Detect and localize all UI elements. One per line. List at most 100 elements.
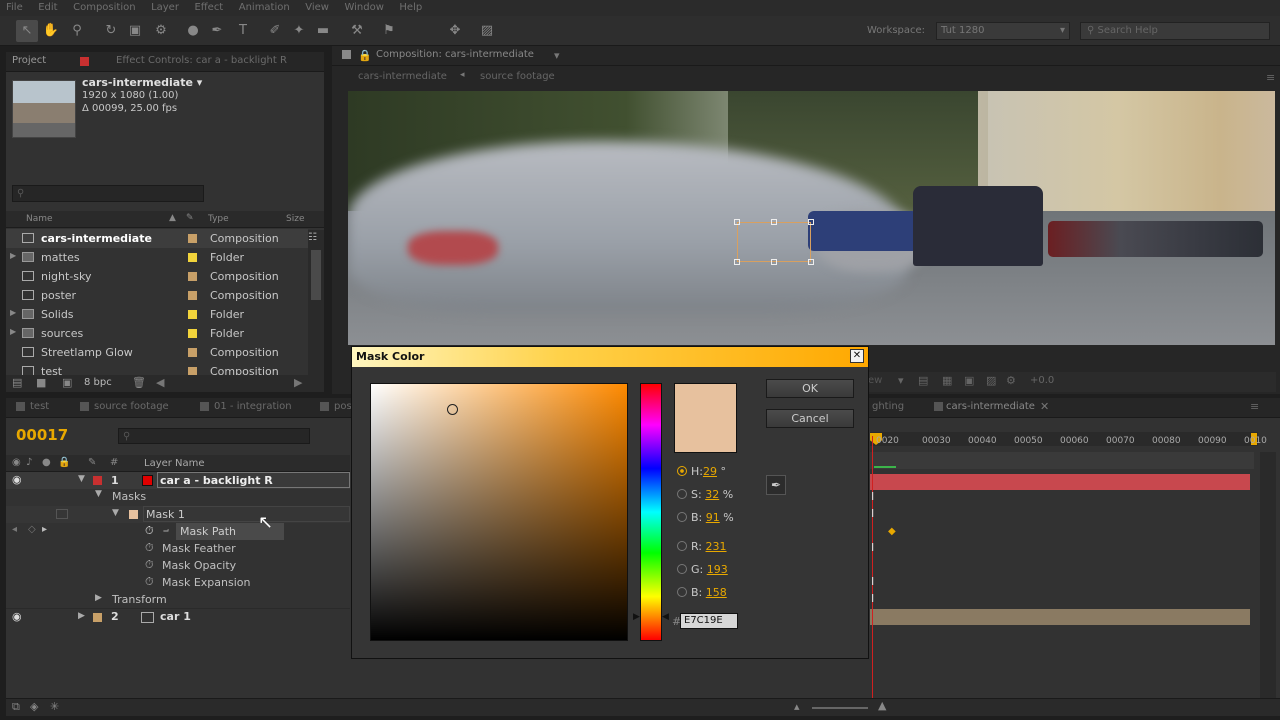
graph-icon[interactable]: ⨼ <box>163 524 169 535</box>
project-scrollbar[interactable] <box>308 230 324 375</box>
chevron-down-icon[interactable]: ▾ <box>554 49 560 62</box>
mask-path-row[interactable]: ◂ ◇ ▸ ⏱ ⨼ Mask Path <box>6 523 350 540</box>
snapshot-icon[interactable]: ▣ <box>964 374 974 387</box>
blue-value[interactable]: 158 <box>706 586 727 599</box>
stopwatch-icon[interactable]: ⏱ <box>145 541 154 555</box>
zoom-in-icon[interactable]: ▲ <box>878 699 886 712</box>
twirl-down-icon[interactable]: ▼ <box>112 508 119 518</box>
flowchart-icon[interactable]: ☷ <box>308 232 317 243</box>
project-item[interactable]: ▶ sources Folder <box>6 324 308 343</box>
menu-layer[interactable]: Layer <box>145 0 185 13</box>
project-item-label[interactable] <box>188 253 197 262</box>
mask-color-swatch[interactable] <box>129 510 138 519</box>
video-eye-icon[interactable]: ◉ <box>12 457 21 468</box>
hex-input[interactable]: E7C19E <box>680 613 738 629</box>
mask-1-row[interactable]: ▼ Mask 1 <box>6 506 350 523</box>
scroll-right-icon[interactable]: ▶ <box>294 376 302 389</box>
keyframe-icon[interactable]: ◆ <box>888 526 896 537</box>
mask-vertex[interactable] <box>808 259 814 265</box>
menu-edit[interactable]: Edit <box>32 0 63 13</box>
saturation-brightness-field[interactable] <box>370 383 628 641</box>
color-picker-marker[interactable] <box>447 404 458 415</box>
tab-lighting[interactable]: ghting <box>872 401 904 412</box>
layer-label-tan[interactable] <box>93 613 102 622</box>
mask-vertex[interactable] <box>734 219 740 225</box>
mask-name[interactable]: Mask 1 <box>143 506 350 522</box>
label-icon[interactable]: ✎ <box>88 457 96 468</box>
snap-icon[interactable]: ▨ <box>476 20 498 42</box>
next-keyframe-icon[interactable]: ▸ <box>42 524 47 535</box>
eyedropper-icon[interactable]: ✒ <box>766 475 786 495</box>
twirl-down-icon[interactable]: ▼ <box>95 489 102 499</box>
project-item[interactable]: ▶ Solids Folder <box>6 305 308 324</box>
hue-slider-left-arrow-icon[interactable]: ▶ <box>633 612 640 622</box>
red-field[interactable]: R: 231 <box>677 540 727 553</box>
saturation-radio[interactable] <box>677 489 687 499</box>
mask-path-outline[interactable] <box>737 222 811 262</box>
region-icon[interactable]: ▤ <box>918 374 928 387</box>
layer-name[interactable]: car 1 <box>160 610 191 623</box>
panel-menu-icon[interactable]: ≡ <box>1250 400 1259 413</box>
tab-effect-controls[interactable]: Effect Controls: car a - backlight R <box>116 55 316 66</box>
audio-icon[interactable]: ♪ <box>26 457 32 468</box>
menu-help[interactable]: Help <box>393 0 428 13</box>
twirl-right-icon[interactable]: ▶ <box>95 593 102 603</box>
menu-file[interactable]: File <box>0 0 29 13</box>
cancel-button[interactable]: Cancel <box>766 409 854 428</box>
pan-behind-tool-icon[interactable]: ⚙ <box>150 20 172 42</box>
menu-animation[interactable]: Animation <box>233 0 296 13</box>
layer-row-1[interactable]: ◉ ▼ 1 car a - backlight R <box>6 472 350 489</box>
layer-row-2[interactable]: ◉ ▶ 2 car 1 <box>6 608 350 625</box>
transform-group-label[interactable]: Transform <box>112 593 167 606</box>
new-comp-icon[interactable]: ▣ <box>62 376 72 389</box>
menu-window[interactable]: Window <box>338 0 389 13</box>
composition-viewer-image[interactable] <box>348 91 1275 345</box>
project-item[interactable]: poster Composition <box>6 286 308 305</box>
project-item[interactable]: Streetlamp Glow Composition <box>6 343 308 362</box>
ok-button[interactable]: OK <box>766 379 854 398</box>
column-type[interactable]: Type <box>208 214 229 224</box>
brightness-radio[interactable] <box>677 512 687 522</box>
masks-group-label[interactable]: Masks <box>112 490 146 503</box>
graph-editor-icon[interactable]: ✳ <box>50 700 59 713</box>
stopwatch-icon[interactable]: ⏱ <box>145 558 154 572</box>
brightness-field[interactable]: B: 91 % <box>677 511 734 524</box>
show-snapshot-icon[interactable]: ▨ <box>986 374 996 387</box>
tab-pos[interactable]: pos <box>334 401 352 412</box>
current-time-indicator[interactable] <box>872 436 873 698</box>
scrollbar-thumb[interactable] <box>311 250 321 300</box>
tab-integration[interactable]: 01 - integration <box>214 401 292 412</box>
zoom-tool-icon[interactable]: ⚲ <box>66 20 88 42</box>
tab-composition[interactable]: Composition: cars-intermediate <box>376 49 534 60</box>
hue-slider[interactable] <box>640 383 662 641</box>
selected-comp-name[interactable]: cars-intermediate ▾ <box>82 76 202 89</box>
trash-icon[interactable]: 🗑 <box>132 376 146 389</box>
roto-brush-icon[interactable]: ⚒ <box>346 20 368 42</box>
tab-project[interactable]: Project <box>12 55 46 66</box>
blue-radio[interactable] <box>677 587 687 597</box>
menu-composition[interactable]: Composition <box>67 0 141 13</box>
prev-keyframe-icon[interactable]: ◂ <box>12 524 17 535</box>
timeline-navigator[interactable] <box>870 452 1254 469</box>
selection-tool-icon[interactable]: ↖ <box>16 20 38 42</box>
comp-flowchart-icon[interactable]: ⧉ <box>12 700 20 714</box>
breadcrumb-source[interactable]: source footage <box>480 71 555 82</box>
breadcrumb-comp[interactable]: cars-intermediate <box>358 71 447 82</box>
pen-tool-icon[interactable]: ✒ <box>206 20 228 42</box>
grid-icon[interactable]: ▦ <box>942 374 952 387</box>
stopwatch-icon[interactable]: ⏱ <box>145 575 154 589</box>
current-time-display[interactable]: 00017 <box>16 426 68 444</box>
project-item[interactable]: night-sky Composition <box>6 267 308 286</box>
video-eye-icon[interactable]: ◉ <box>12 473 22 486</box>
hue-slider-right-arrow-icon[interactable]: ◀ <box>662 612 669 622</box>
exposure-value[interactable]: +0.0 <box>1030 375 1054 386</box>
text-tool-icon[interactable]: T <box>232 20 254 42</box>
mask-vertex[interactable] <box>771 219 777 225</box>
mask-vertex[interactable] <box>771 259 777 265</box>
project-search-input[interactable]: ⚲ <box>12 185 204 202</box>
stopwatch-icon[interactable]: ⏱ <box>145 524 154 538</box>
twirl-right-icon[interactable]: ▶ <box>10 327 16 336</box>
eraser-tool-icon[interactable]: ▬ <box>312 20 334 42</box>
zoom-slider[interactable] <box>812 707 868 709</box>
toggle-modes-icon[interactable]: ◈ <box>30 700 38 713</box>
